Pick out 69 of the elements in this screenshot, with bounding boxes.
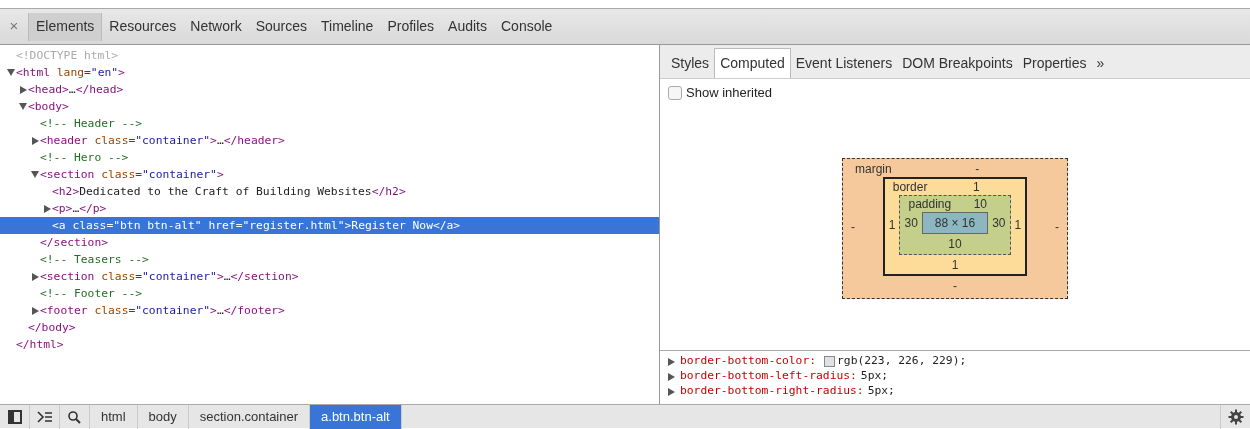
collapsed-triangle-icon[interactable]	[18, 84, 28, 95]
box-value: 30	[903, 215, 919, 231]
box-value: -	[953, 279, 957, 293]
code-line[interactable]: </html>	[16, 336, 64, 353]
content-box: 88 × 16	[921, 212, 989, 234]
panel-tab[interactable]: Resources	[102, 12, 184, 41]
code-line[interactable]: <h2>Dedicated to the Craft of Building Websites</h2>	[52, 183, 406, 200]
breadcrumb-item[interactable]: body	[137, 405, 189, 429]
box-label: padding	[907, 197, 952, 211]
code-line[interactable]: <header class="container">…</header>	[40, 132, 285, 149]
panel-tab[interactable]: Styles	[666, 48, 715, 78]
box-value: 30	[991, 215, 1007, 231]
property-name: border-bottom-right-radius:	[680, 383, 864, 400]
panel-tab[interactable]: Elements	[28, 12, 103, 41]
box-value: 1	[887, 216, 897, 233]
expanded-triangle-icon[interactable]	[30, 169, 40, 180]
panel-tab[interactable]: Audits	[441, 12, 494, 41]
code-line[interactable]: <p>…</p>	[52, 200, 107, 217]
more-tabs-button[interactable]: »	[1091, 48, 1110, 78]
panel-tab[interactable]: Properties	[1017, 48, 1092, 78]
checkbox-label: Show inherited	[686, 84, 772, 102]
code-line[interactable]: <footer class="container">…</footer>	[40, 302, 285, 319]
code-line[interactable]: <!-- Header -->	[40, 115, 143, 132]
panel-tab[interactable]: Console	[494, 12, 560, 41]
breadcrumb-item[interactable]: a.btn.btn-alt	[310, 405, 402, 429]
box-value: -	[975, 162, 980, 176]
code-line[interactable]: <!-- Teasers -->	[40, 251, 149, 268]
property-value: rgb(223, 226, 229);	[837, 353, 967, 370]
property-value: 5px;	[867, 383, 895, 400]
collapsed-triangle-icon[interactable]	[42, 203, 52, 214]
breadcrumb-item[interactable]: html	[90, 405, 138, 429]
expanded-triangle-icon[interactable]	[18, 101, 28, 112]
box-value: 1	[951, 257, 959, 272]
panel-tab[interactable]: Profiles	[380, 12, 442, 41]
box-label: margin	[854, 162, 892, 176]
code-line[interactable]: <section class="container">…</section>	[40, 268, 299, 285]
panel-tab[interactable]: Computed	[714, 48, 791, 78]
code-line[interactable]: <!-- Footer -->	[40, 285, 143, 302]
collapsed-triangle-icon[interactable]	[30, 135, 40, 146]
collapsed-triangle-icon[interactable]	[666, 371, 676, 382]
collapsed-triangle-icon[interactable]	[666, 356, 676, 367]
collapsed-triangle-icon[interactable]	[666, 386, 676, 397]
expanded-triangle-icon[interactable]	[6, 67, 16, 78]
close-button[interactable]: ×	[0, 15, 28, 38]
code-line[interactable]: <section class="container">	[40, 166, 224, 183]
property-name: border-bottom-left-radius:	[680, 368, 857, 385]
code-line[interactable]: <body>	[28, 98, 69, 115]
checkbox[interactable]	[668, 85, 682, 100]
code-line[interactable]: </section>	[40, 234, 108, 251]
box-value: 1	[1013, 216, 1023, 233]
panel-tab[interactable]: DOM Breakpoints	[897, 48, 1018, 78]
panel-tab[interactable]: Sources	[248, 12, 314, 41]
code-line[interactable]: <head>…</head>	[28, 81, 124, 98]
panel-tab[interactable]: Network	[183, 12, 249, 41]
box-value: -	[850, 218, 856, 235]
box-label: border	[891, 180, 928, 194]
code-line[interactable]: </body>	[28, 319, 76, 336]
panel-tab[interactable]: Event Listeners	[790, 48, 898, 78]
collapsed-triangle-icon[interactable]	[30, 305, 40, 316]
box-value: 10	[948, 237, 962, 251]
code-line[interactable]: <html lang="en">	[16, 64, 125, 81]
collapsed-triangle-icon[interactable]	[30, 271, 40, 282]
code-line[interactable]: <!-- Hero -->	[40, 149, 129, 166]
property-value: 5px;	[860, 368, 889, 385]
box-value: 10	[973, 197, 988, 211]
property-name: border-bottom-color:	[680, 353, 817, 370]
box-value: -	[1054, 218, 1060, 235]
box-value: 1	[973, 180, 980, 194]
panel-tab[interactable]: Timeline	[314, 12, 381, 41]
